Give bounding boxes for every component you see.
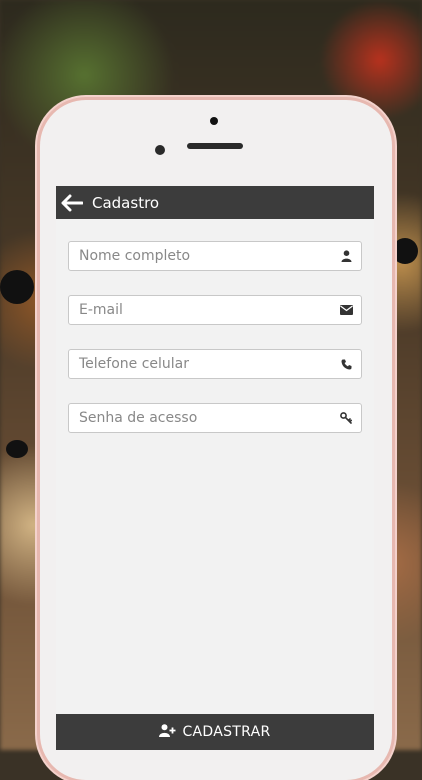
register-button[interactable]: CADASTRAR: [56, 714, 374, 750]
app-bar: Cadastro: [56, 186, 374, 219]
password-placeholder: Senha de acesso: [79, 410, 198, 426]
full-name-field[interactable]: Nome completo: [68, 241, 362, 271]
register-button-label: CADASTRAR: [182, 724, 271, 740]
email-field[interactable]: E-mail: [68, 295, 362, 325]
front-camera: [155, 145, 165, 155]
phone-placeholder: Telefone celular: [79, 356, 190, 372]
envelope-icon: [339, 303, 353, 317]
user-icon: [339, 249, 353, 263]
background-olive: [6, 440, 28, 458]
full-name-placeholder: Nome completo: [79, 248, 191, 264]
password-field[interactable]: Senha de acesso: [68, 403, 362, 433]
email-placeholder: E-mail: [79, 302, 123, 318]
user-plus-icon: [159, 723, 176, 741]
app-screen: Cadastro Nome completo E-mail Telefone c…: [56, 186, 374, 750]
registration-form: Nome completo E-mail Telefone celular Se…: [56, 219, 374, 433]
background-olive: [0, 270, 34, 304]
front-sensor: [210, 117, 218, 125]
earpiece-speaker: [187, 143, 243, 149]
phone-field[interactable]: Telefone celular: [68, 349, 362, 379]
phone-icon: [339, 357, 353, 371]
background-olive: [392, 238, 418, 264]
page-title: Cadastro: [92, 193, 160, 212]
key-icon: [339, 411, 353, 425]
arrow-left-icon[interactable]: [60, 191, 84, 215]
